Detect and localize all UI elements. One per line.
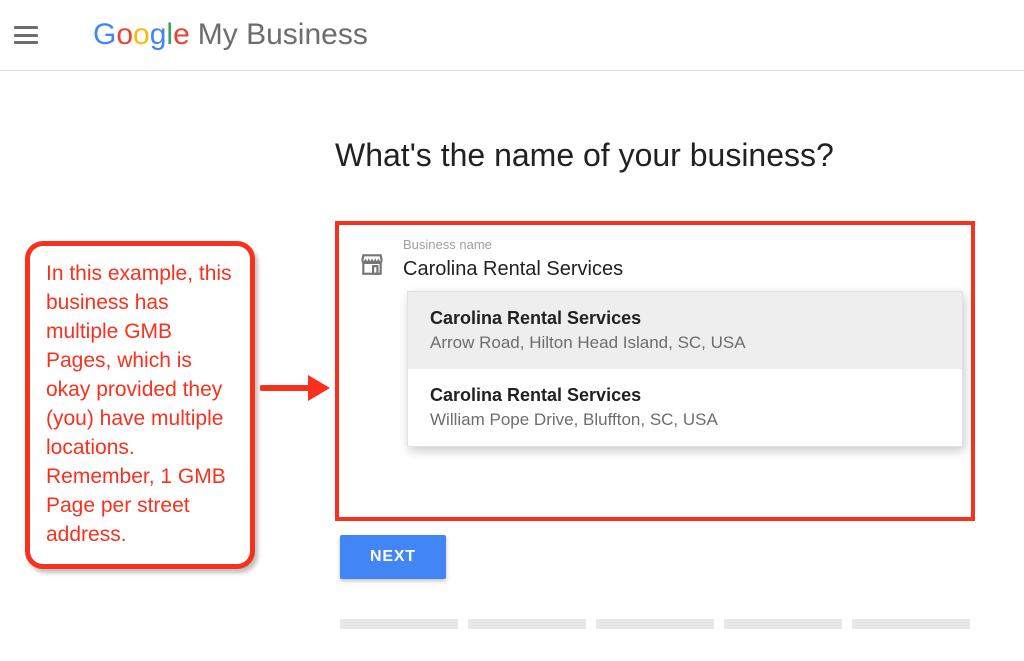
arrow-icon — [260, 371, 330, 410]
progress-segment — [852, 619, 970, 629]
progress-segment — [724, 619, 842, 629]
business-name-card: Business name Carolina Rental Services A… — [335, 221, 975, 521]
suggestion-item[interactable]: Carolina Rental Services William Pope Dr… — [408, 369, 962, 446]
field-label: Business name — [403, 237, 951, 252]
next-button[interactable]: NEXT — [340, 535, 446, 579]
suggestion-dropdown: Carolina Rental Services Arrow Road, Hil… — [407, 291, 963, 447]
annotation-text: In this example, this business has multi… — [46, 262, 232, 546]
suggestion-name: Carolina Rental Services — [430, 385, 940, 406]
page-title: What's the name of your business? — [335, 137, 964, 174]
google-wordmark: Google — [93, 18, 190, 52]
main-stage: What's the name of your business? In thi… — [0, 71, 1024, 661]
google-my-business-logo[interactable]: Google My Business — [93, 18, 368, 52]
progress-segment — [596, 619, 714, 629]
suggestion-address: William Pope Drive, Bluffton, SC, USA — [430, 410, 940, 430]
progress-segment — [340, 619, 458, 629]
annotation-callout: In this example, this business has multi… — [25, 241, 255, 569]
menu-icon[interactable] — [14, 26, 38, 44]
suggestion-name: Carolina Rental Services — [430, 308, 940, 329]
app-header: Google My Business — [0, 0, 1024, 71]
product-name: My Business — [198, 18, 368, 52]
suggestion-address: Arrow Road, Hilton Head Island, SC, USA — [430, 333, 940, 353]
progress-indicator — [340, 619, 970, 629]
store-icon — [359, 251, 385, 282]
suggestion-item[interactable]: Carolina Rental Services Arrow Road, Hil… — [408, 292, 962, 369]
business-name-input[interactable] — [403, 256, 924, 288]
progress-segment — [468, 619, 586, 629]
